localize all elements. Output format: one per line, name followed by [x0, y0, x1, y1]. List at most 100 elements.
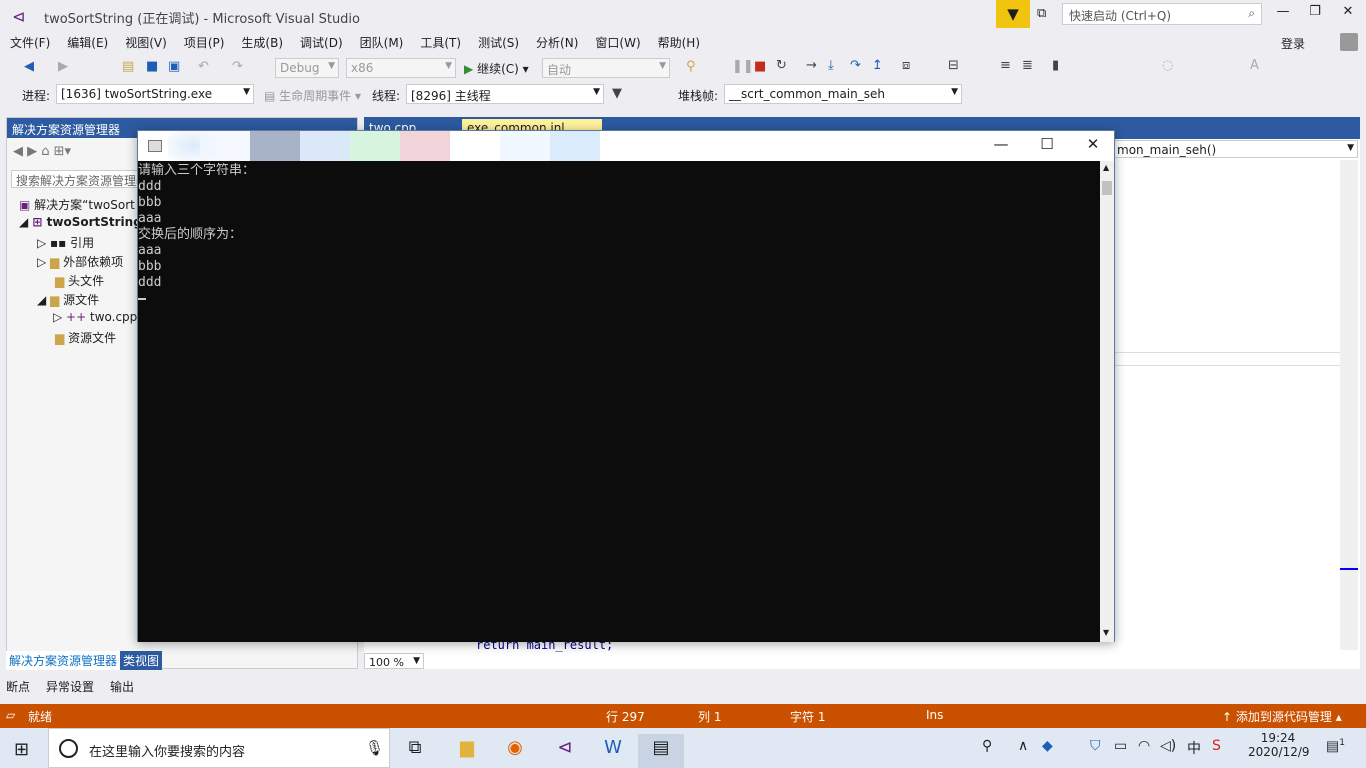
- menu-test[interactable]: 测试(S): [478, 34, 519, 51]
- hex-icon[interactable]: ⧈: [902, 58, 910, 73]
- visual-studio-icon[interactable]: ⊲: [542, 734, 588, 768]
- undo-icon[interactable]: ↶: [198, 59, 209, 74]
- lifecycle-events-button[interactable]: ▤ 生命周期事件 ▾: [264, 87, 361, 104]
- search-icon: ⌕: [1248, 6, 1255, 20]
- function-nav-select[interactable]: mon_main_seh() ▼: [1112, 140, 1358, 158]
- menu-debug[interactable]: 调试(D): [300, 34, 343, 51]
- quick-launch-input[interactable]: 快速启动 (Ctrl+Q) ⌕: [1062, 3, 1262, 25]
- shield-icon[interactable]: ⛉: [1090, 738, 1101, 754]
- people-icon[interactable]: ⚲: [982, 738, 992, 754]
- console-minimize-button[interactable]: —: [978, 135, 1024, 157]
- battery-icon[interactable]: ▭: [1114, 738, 1127, 754]
- menu-team[interactable]: 团队(M): [360, 34, 404, 51]
- process-select[interactable]: [1636] twoSortString.exe ▼: [56, 84, 254, 104]
- find-icon[interactable]: ⚲: [686, 59, 696, 74]
- tab-breakpoints[interactable]: 断点: [6, 676, 30, 695]
- task-view-icon[interactable]: ⧉: [392, 734, 438, 768]
- console-scrollbar[interactable]: ▲ ▼: [1100, 161, 1114, 642]
- tab-solution-explorer[interactable]: 解决方案资源管理器: [6, 651, 121, 670]
- uncomment-icon[interactable]: ≣: [1022, 58, 1033, 73]
- login-link[interactable]: 登录: [1281, 35, 1305, 52]
- notification-filter-icon[interactable]: ▼: [996, 0, 1030, 28]
- save-icon[interactable]: ■: [146, 59, 158, 74]
- restart-icon[interactable]: ↻: [776, 58, 787, 73]
- back-icon[interactable]: ◀: [24, 59, 34, 74]
- tab-class-view[interactable]: 类视图: [120, 651, 163, 670]
- thread-select[interactable]: [8296] 主线程 ▼: [406, 84, 604, 104]
- tree-item-references[interactable]: ▷ ▪▪ 引用: [37, 234, 94, 251]
- restore-button[interactable]: ❐: [1300, 4, 1330, 24]
- tree-item-header-files[interactable]: ▆ 头文件: [55, 272, 104, 289]
- console-maximize-button[interactable]: ☐: [1024, 135, 1070, 157]
- redo-icon[interactable]: ↷: [232, 59, 243, 74]
- tree-item-external-deps[interactable]: ▷ ▆ 外部依赖项: [37, 253, 123, 270]
- menu-tools[interactable]: 工具(T): [420, 34, 461, 51]
- menu-view[interactable]: 视图(V): [125, 34, 167, 51]
- save-all-icon[interactable]: ▣: [168, 59, 180, 74]
- volume-icon[interactable]: ◁): [1160, 738, 1176, 754]
- platform-select[interactable]: x86 ▼: [346, 58, 456, 78]
- console-close-button[interactable]: ✕: [1070, 135, 1116, 157]
- thread-icon[interactable]: ⊟: [948, 58, 959, 73]
- scroll-thumb[interactable]: [1102, 181, 1112, 195]
- configuration-select[interactable]: Debug ▼: [275, 58, 339, 78]
- nav-back-icon[interactable]: ◌: [1162, 58, 1173, 73]
- tab-output[interactable]: 输出: [110, 676, 134, 695]
- open-file-icon[interactable]: ▤: [122, 59, 134, 74]
- folder-icon: ▆: [55, 274, 65, 288]
- blurred-title-fragment: [250, 131, 300, 161]
- bookmark-icon[interactable]: ▮: [1052, 58, 1059, 73]
- step-out-icon[interactable]: ↥: [872, 58, 883, 73]
- zoom-select[interactable]: 100 % ▼: [364, 653, 424, 669]
- forward-icon[interactable]: ▶: [58, 59, 68, 74]
- firefox-icon[interactable]: ◉: [492, 734, 538, 768]
- ime-indicator[interactable]: 中: [1187, 738, 1201, 758]
- feedback-icon[interactable]: ⧉: [1037, 6, 1046, 21]
- stack-frame-select[interactable]: __scrt_common_main_seh ▼: [724, 84, 962, 104]
- step-into-icon[interactable]: ⤓: [828, 58, 834, 73]
- sogou-icon[interactable]: S: [1212, 738, 1221, 754]
- menu-help[interactable]: 帮助(H): [658, 34, 700, 51]
- home-icon[interactable]: ⌂: [41, 144, 49, 159]
- scroll-down-icon[interactable]: ▼: [1103, 628, 1109, 637]
- editor-scrollbar[interactable]: [1340, 160, 1358, 650]
- windows-start-icon[interactable]: ⊞: [14, 739, 29, 760]
- menu-window[interactable]: 窗口(W): [595, 34, 640, 51]
- file-explorer-icon[interactable]: ▆: [444, 734, 490, 768]
- menu-edit[interactable]: 编辑(E): [67, 34, 108, 51]
- taskbar-search[interactable]: 在这里输入你要搜索的内容 🎙: [48, 728, 390, 768]
- filter-icon[interactable]: ▼: [612, 86, 622, 101]
- minimize-button[interactable]: —: [1268, 4, 1298, 24]
- avatar[interactable]: [1340, 33, 1358, 51]
- close-button[interactable]: ✕: [1333, 4, 1363, 24]
- tree-item-two-cpp[interactable]: ▷ ++ two.cpp: [53, 310, 137, 324]
- wifi-icon[interactable]: ◠: [1138, 738, 1150, 754]
- font-icon[interactable]: A: [1250, 58, 1259, 73]
- wps-icon[interactable]: W: [590, 734, 636, 768]
- tree-item-solution[interactable]: ▣ 解决方案“twoSort: [19, 196, 135, 213]
- console-app-icon[interactable]: ▤: [638, 734, 684, 768]
- microphone-icon[interactable]: 🎙: [365, 739, 384, 757]
- step-over-icon[interactable]: ↷: [850, 58, 861, 73]
- auto-select[interactable]: 自动 ▼: [542, 58, 670, 78]
- scroll-up-icon[interactable]: ▲: [1103, 163, 1109, 172]
- menu-analyze[interactable]: 分析(N): [536, 34, 578, 51]
- tree-item-project[interactable]: ◢ ⊞ twoSortString: [19, 215, 142, 229]
- show-next-statement-icon[interactable]: →: [806, 58, 817, 73]
- tree-item-resource-files[interactable]: ▆ 资源文件: [55, 329, 116, 346]
- console-window[interactable]: — ☐ ✕ 请输入三个字符串： ddd bbb aaa 交换后的顺序为： aaa bbb dd…: [137, 130, 1115, 642]
- box-icon[interactable]: ◆: [1042, 738, 1053, 754]
- comment-icon[interactable]: ≡: [1000, 58, 1011, 73]
- stop-icon[interactable]: ■: [754, 59, 766, 74]
- continue-button[interactable]: ▶ 继续(C) ▾: [464, 60, 529, 77]
- tree-item-source-files[interactable]: ◢ ▆ 源文件: [37, 291, 99, 308]
- notification-icon[interactable]: ▤1: [1326, 738, 1345, 755]
- chevron-up-icon[interactable]: ∧: [1018, 738, 1028, 754]
- source-control-button[interactable]: ↑ 添加到源代码管理 ▴: [1222, 708, 1342, 725]
- pause-icon[interactable]: ❚❚: [732, 59, 754, 74]
- menu-project[interactable]: 项目(P): [184, 34, 225, 51]
- clock[interactable]: 19:24 2020/12/9: [1248, 731, 1310, 759]
- menu-file[interactable]: 文件(F): [10, 34, 50, 51]
- tab-exception-settings[interactable]: 异常设置: [46, 676, 94, 695]
- menu-build[interactable]: 生成(B): [241, 34, 283, 51]
